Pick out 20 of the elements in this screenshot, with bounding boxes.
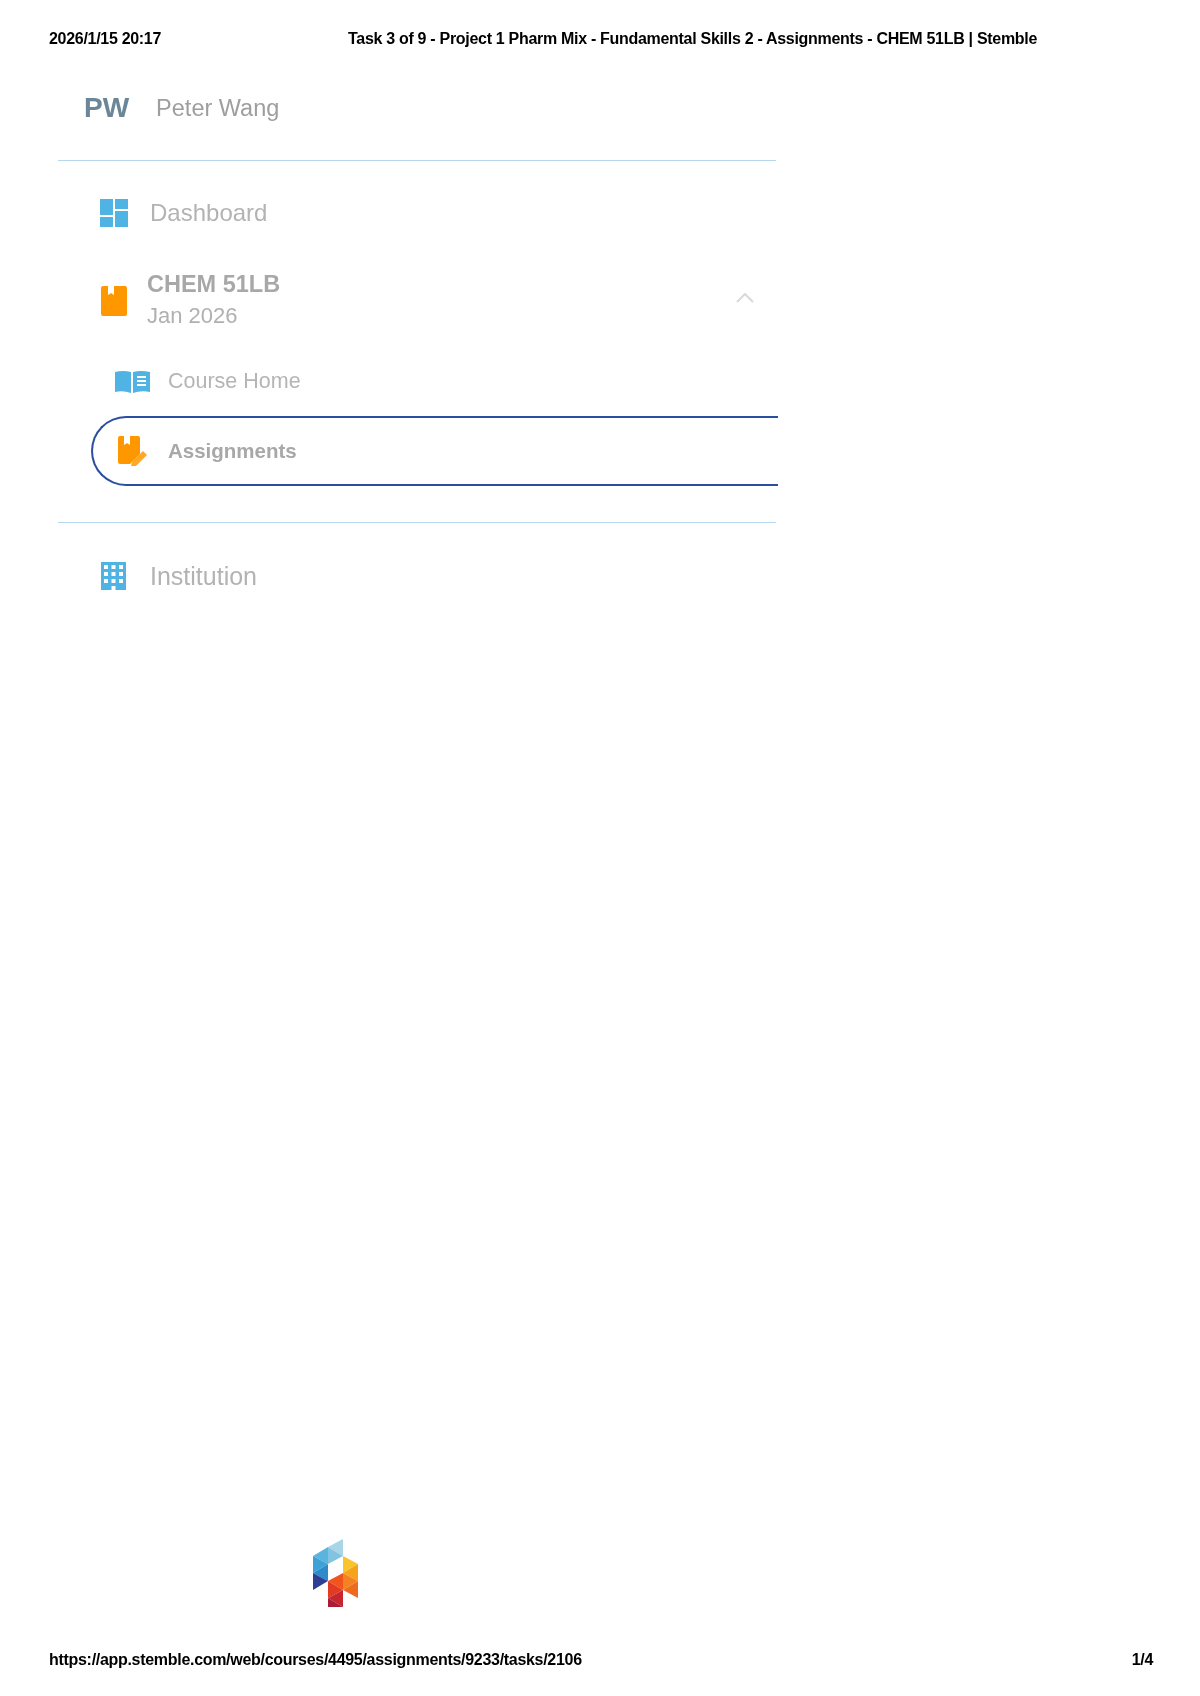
chevron-up-icon	[736, 293, 754, 303]
collapse-button[interactable]	[736, 293, 754, 303]
course-nav-link[interactable]: Course Home	[115, 353, 301, 409]
book-icon	[101, 286, 127, 316]
course-nav-link[interactable]: Assignments	[91, 416, 778, 486]
page-number: 1/4	[1131, 1651, 1153, 1669]
building-icon	[101, 562, 126, 590]
dashboard-link[interactable]: Dashboard	[100, 185, 268, 241]
print-date: 2026/1/15 20:17	[49, 30, 163, 48]
dashboard-icon	[100, 199, 128, 227]
logo-icon	[313, 1539, 358, 1607]
page-url: https://app.stemble.com/web/courses/4495/assignments/9233/tasks/2106	[49, 1651, 582, 1669]
user-initials: PW	[84, 92, 130, 124]
institution-link[interactable]: Institution	[101, 548, 257, 604]
course-term: Jan 2026	[147, 302, 239, 330]
open-book-icon	[115, 369, 150, 393]
course-title[interactable]: CHEM 51LB	[147, 270, 281, 298]
user-name: Peter Wang	[156, 94, 280, 123]
page-title: Task 3 of 9 - Project 1 Pharm Mix - Fundamental Skills 2 - Assignments - CHEM 51LB | Stemble	[348, 30, 1038, 48]
book-pencil-icon	[118, 436, 148, 466]
